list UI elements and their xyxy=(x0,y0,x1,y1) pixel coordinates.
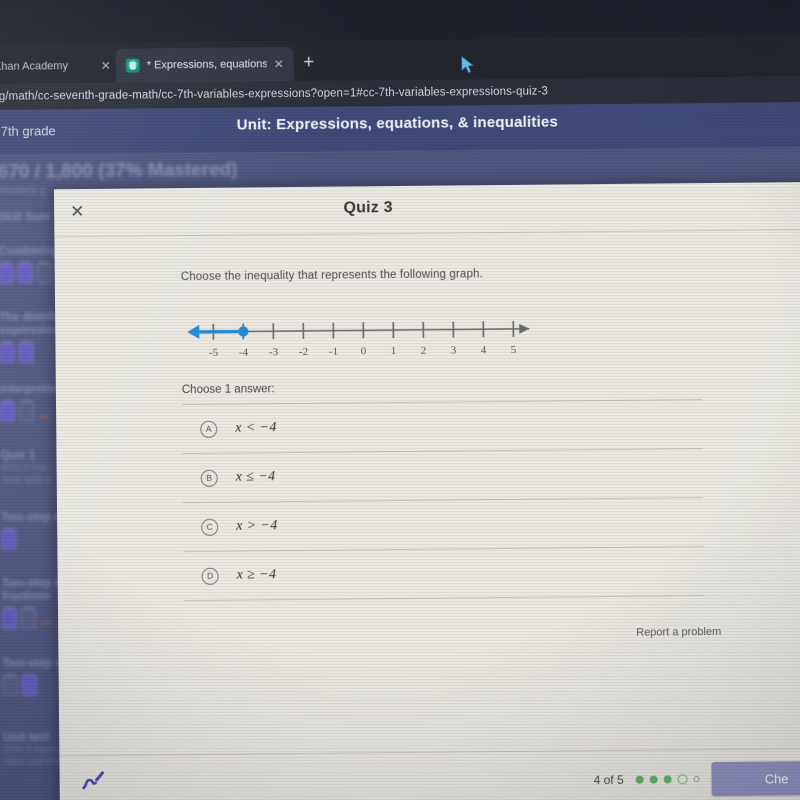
svg-text:-4: -4 xyxy=(239,346,249,358)
question-prompt: Choose the inequality that represents th… xyxy=(180,268,483,284)
tab-title: hboard | Khan Academy xyxy=(0,60,69,73)
mastery-tile xyxy=(18,401,35,422)
choice-text: x ≥ −4 xyxy=(236,567,277,583)
mastery-tile xyxy=(2,675,18,696)
tab-title: * Expressions, equations, & inequ xyxy=(146,58,267,72)
choices-bottom-divider xyxy=(183,595,705,631)
scratchpad-icon[interactable] xyxy=(79,768,107,794)
progress-dot xyxy=(649,775,658,784)
answer-choices-list: A x < −4 B x ≤ −4 C x > −4 D x ≥ −4 xyxy=(182,399,705,631)
mastery-tile xyxy=(1,529,17,550)
choice-letter: C xyxy=(201,518,219,536)
svg-text:0: 0 xyxy=(361,345,367,357)
mastery-subtitle: Mastery p xyxy=(0,184,47,197)
khan-academy-favicon-icon xyxy=(125,58,140,73)
close-icon[interactable]: ✕ xyxy=(101,59,111,73)
mastery-tile xyxy=(18,342,34,363)
choice-letter: A xyxy=(200,420,218,438)
mastery-tile xyxy=(20,608,37,629)
unit-header: ‹ 7th grade Unit: Expressions, equations… xyxy=(0,102,800,156)
new-tab-button[interactable]: + xyxy=(298,52,320,75)
answer-choice-b[interactable]: B x ≤ −4 xyxy=(182,448,703,503)
svg-text:1: 1 xyxy=(391,345,397,357)
close-icon[interactable]: ✕ xyxy=(274,57,284,71)
mastery-points: 670 / 1,800 (37% Mastered) xyxy=(0,159,238,183)
svg-text:3: 3 xyxy=(451,344,457,356)
progress-dot xyxy=(693,776,700,783)
mastery-tile xyxy=(0,401,16,422)
choice-letter: B xyxy=(200,469,218,487)
quiz-footer: 4 of 5 Che xyxy=(59,747,800,800)
progress-dot-current xyxy=(677,774,688,785)
mastery-tile xyxy=(17,263,33,284)
svg-text:2: 2 xyxy=(421,345,427,357)
arrow-icon xyxy=(38,401,52,421)
khan-academy-page: ‹ 7th grade Unit: Expressions, equations… xyxy=(0,102,800,800)
mastery-tile xyxy=(36,263,52,284)
mastery-tile xyxy=(0,342,15,363)
report-label: Report a problem xyxy=(636,625,722,639)
choice-letter: D xyxy=(201,567,219,585)
question-area: Choose the inequality that represents th… xyxy=(54,230,800,755)
screen-content: hboard | Khan Academy ✕ * Expressions, e… xyxy=(0,0,800,800)
answer-choice-d[interactable]: D x ≥ −4 xyxy=(183,546,704,601)
url-text: .org/math/cc-seventh-grade-math/cc-7th-v… xyxy=(0,85,548,103)
progress-dots xyxy=(635,774,700,785)
number-line-graph: -5 -4 -3 -2 -1 0 1 2 3 4 5 xyxy=(187,320,530,359)
progress-dot xyxy=(635,775,644,784)
svg-text:5: 5 xyxy=(511,344,517,356)
svg-text:4: 4 xyxy=(481,344,487,356)
choose-answer-label: Choose 1 answer: xyxy=(181,383,275,397)
arrow-icon xyxy=(40,608,54,628)
browser-tab-expressions-quiz[interactable]: * Expressions, equations, & inequ ✕ xyxy=(115,47,294,83)
choice-text: x < −4 xyxy=(235,420,277,436)
quiz-modal-header: ✕ Quiz 3 xyxy=(53,181,800,238)
progress-dot xyxy=(663,775,672,784)
choice-text: x ≤ −4 xyxy=(235,469,276,485)
svg-text:-1: -1 xyxy=(329,346,338,358)
page-title: Unit: Expressions, equations, & inequali… xyxy=(236,113,559,134)
quiz-modal: ✕ Quiz 3 Choose the inequality that repr… xyxy=(53,181,800,800)
answer-choice-c[interactable]: C x > −4 xyxy=(182,497,704,552)
footer-right-group: 4 of 5 Che xyxy=(593,760,800,797)
check-answer-button[interactable]: Che xyxy=(711,760,800,797)
progress-label: 4 of 5 xyxy=(593,772,624,788)
answer-choice-a[interactable]: A x < −4 xyxy=(182,399,703,454)
svg-text:-5: -5 xyxy=(209,347,219,359)
browser-tab-khan-dashboard[interactable]: hboard | Khan Academy ✕ xyxy=(0,49,121,85)
choice-text: x > −4 xyxy=(236,518,278,534)
svg-text:-2: -2 xyxy=(299,346,308,358)
mastery-tile xyxy=(0,263,14,284)
quiz-title: Quiz 3 xyxy=(343,199,393,217)
svg-text:-3: -3 xyxy=(269,346,279,358)
photo-of-screen: hboard | Khan Academy ✕ * Expressions, e… xyxy=(0,0,800,800)
mouse-cursor xyxy=(461,55,475,74)
mastery-tile xyxy=(1,608,18,629)
mastery-tile xyxy=(21,675,37,696)
